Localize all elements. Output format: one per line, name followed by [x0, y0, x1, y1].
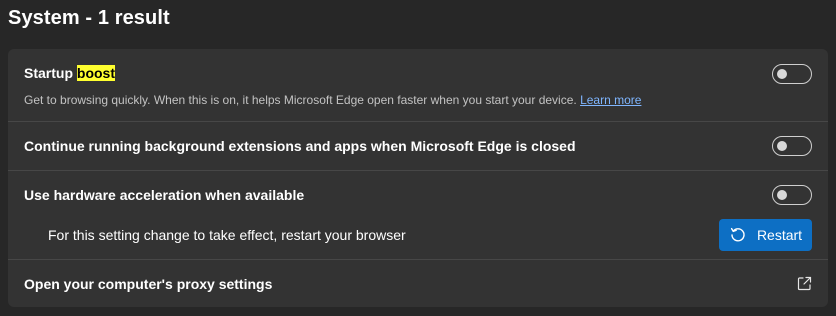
toggle-knob: [777, 69, 787, 79]
restart-button-label: Restart: [756, 227, 803, 243]
hardware-acceleration-toggle[interactable]: [772, 185, 812, 205]
hardware-acceleration-label: Use hardware acceleration when available: [24, 187, 305, 203]
background-extensions-label: Continue running background extensions a…: [24, 138, 576, 154]
external-link-icon[interactable]: [797, 276, 812, 291]
toggle-knob: [777, 141, 787, 151]
system-settings-card: Startup boost Get to browsing quickly. W…: [8, 49, 828, 307]
restart-note: For this setting change to take effect, …: [48, 227, 406, 243]
startup-boost-label: Startup boost: [24, 65, 115, 81]
search-highlight: boost: [76, 65, 115, 81]
learn-more-link[interactable]: Learn more: [580, 93, 641, 107]
toggle-knob: [777, 190, 787, 200]
proxy-settings-label: Open your computer's proxy settings: [24, 276, 273, 292]
startup-boost-description-text: Get to browsing quickly. When this is on…: [24, 93, 577, 107]
startup-boost-row: Startup boost Get to browsing quickly. W…: [8, 49, 828, 121]
page-title: System - 1 result: [8, 7, 170, 29]
startup-boost-description: Get to browsing quickly. When this is on…: [24, 93, 641, 107]
background-extensions-toggle[interactable]: [772, 136, 812, 156]
proxy-settings-row[interactable]: Open your computer's proxy settings: [8, 260, 828, 307]
hardware-acceleration-row: Use hardware acceleration when available…: [8, 171, 828, 259]
restart-icon: [730, 227, 745, 242]
restart-button[interactable]: Restart: [719, 219, 812, 251]
startup-boost-label-prefix: Startup: [24, 65, 77, 81]
startup-boost-toggle[interactable]: [772, 64, 812, 84]
background-extensions-row: Continue running background extensions a…: [8, 122, 828, 170]
